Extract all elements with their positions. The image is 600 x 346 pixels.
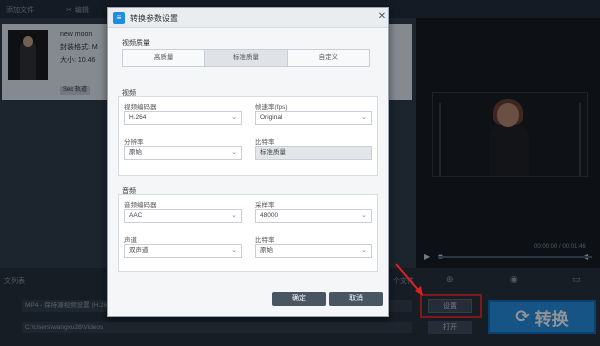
video-encoder-value: H.264 xyxy=(129,114,147,121)
quality-option-high[interactable]: 高质量 xyxy=(123,50,206,66)
audio-encoder-value: AAC xyxy=(129,212,143,219)
chevron-down-icon: ⌄ xyxy=(231,149,237,156)
video-section xyxy=(118,96,378,176)
quality-option-custom[interactable]: 自定义 xyxy=(287,50,369,66)
audio-bitrate-value: 原始 xyxy=(260,247,273,254)
quality-section-label: 视频质量 xyxy=(122,40,150,47)
video-bitrate-value: 标准质量 xyxy=(260,149,286,156)
sample-rate-select[interactable]: 48000 ⌄ xyxy=(255,209,372,223)
sample-rate-value: 48000 xyxy=(260,212,279,219)
resolution-select[interactable]: 原始 ⌄ xyxy=(124,146,242,160)
video-bitrate-field: 标准质量 xyxy=(255,146,372,160)
video-encoder-select[interactable]: H.264 ⌄ xyxy=(124,111,242,125)
frame-rate-select[interactable]: Original ⌄ xyxy=(255,111,372,125)
chevron-down-icon: ⌄ xyxy=(361,247,367,254)
conversion-settings-dialog: ≡ 转换参数设置 ✕ 视频质量 高质量 标准质量 自定义 视频 视频编码器 H.… xyxy=(107,7,389,317)
sample-rate-label: 采样率 xyxy=(255,202,275,209)
annotation-arrow xyxy=(395,263,423,296)
resolution-label: 分辨率 xyxy=(124,139,144,146)
resolution-value: 原始 xyxy=(129,149,142,156)
chevron-down-icon: ⌄ xyxy=(231,114,237,121)
dialog-title-bar: ≡ 转换参数设置 ✕ xyxy=(108,8,388,28)
cancel-button[interactable]: 取消 xyxy=(329,292,383,306)
chevron-down-icon: ⌄ xyxy=(361,114,367,121)
chevron-down-icon: ⌄ xyxy=(231,247,237,254)
channel-value: 双声道 xyxy=(129,247,149,254)
close-icon[interactable]: ✕ xyxy=(376,11,388,23)
chevron-down-icon: ⌄ xyxy=(361,212,367,219)
dialog-title: 转换参数设置 xyxy=(130,14,178,23)
quality-segmented-control: 高质量 标准质量 自定义 xyxy=(122,49,370,67)
chevron-down-icon: ⌄ xyxy=(231,212,237,219)
ok-button[interactable]: 确定 xyxy=(272,292,326,306)
quality-option-standard[interactable]: 标准质量 xyxy=(205,50,288,66)
audio-section xyxy=(118,194,378,272)
app-logo-icon: ≡ xyxy=(113,12,125,24)
audio-encoder-label: 音频编码器 xyxy=(124,202,157,209)
channel-label: 声道 xyxy=(124,237,137,244)
audio-bitrate-select[interactable]: 原始 ⌄ xyxy=(255,244,372,258)
video-encoder-label: 视频编码器 xyxy=(124,104,157,111)
audio-bitrate-label: 比特率 xyxy=(255,237,275,244)
video-bitrate-label: 比特率 xyxy=(255,139,275,146)
channel-select[interactable]: 双声道 ⌄ xyxy=(124,244,242,258)
frame-rate-label: 帧速率(fps) xyxy=(255,104,288,111)
audio-encoder-select[interactable]: AAC ⌄ xyxy=(124,209,242,223)
frame-rate-value: Original xyxy=(260,114,283,121)
